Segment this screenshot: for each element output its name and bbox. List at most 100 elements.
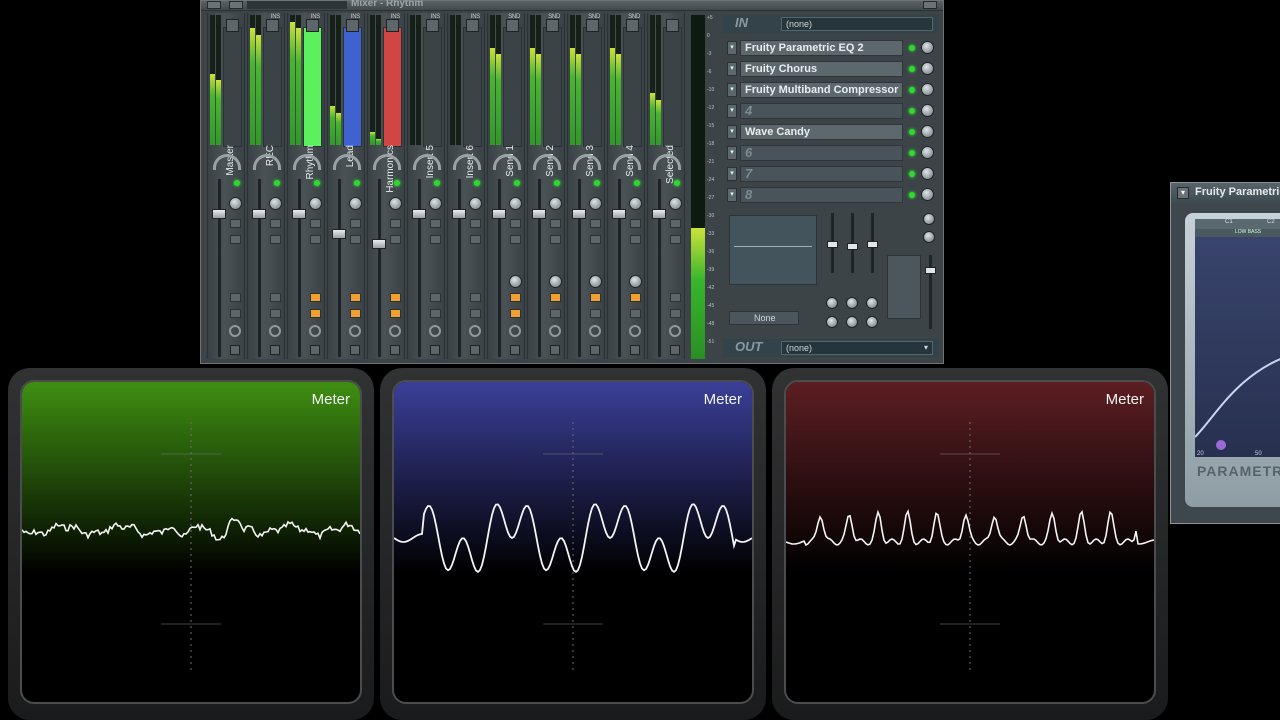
swap-button[interactable] bbox=[470, 219, 481, 228]
swap-button[interactable] bbox=[670, 235, 681, 244]
swap-button[interactable] bbox=[510, 235, 521, 244]
slot-menu-icon[interactable]: ▾ bbox=[727, 62, 737, 76]
mixer-strip[interactable]: INS Harmonics bbox=[367, 13, 405, 359]
fx-button[interactable] bbox=[430, 309, 441, 318]
pan-knob[interactable] bbox=[253, 154, 281, 170]
swap-button[interactable] bbox=[590, 235, 601, 244]
mixer-strip[interactable]: SND Send 3 bbox=[567, 13, 605, 359]
slot-enable-led[interactable] bbox=[909, 150, 915, 156]
track-label-band[interactable] bbox=[623, 27, 642, 147]
volume-fader[interactable] bbox=[372, 239, 386, 249]
output-select[interactable]: (none) ▾ bbox=[781, 341, 933, 355]
volume-fader[interactable] bbox=[412, 209, 426, 219]
fx-button[interactable] bbox=[550, 309, 561, 318]
volume-fader[interactable] bbox=[252, 209, 266, 219]
swap-button[interactable] bbox=[310, 235, 321, 244]
mute-led[interactable] bbox=[314, 180, 320, 186]
select-checkbox[interactable] bbox=[630, 345, 640, 355]
eq-band-slider-high[interactable] bbox=[867, 213, 878, 273]
fx-button[interactable] bbox=[270, 309, 281, 318]
fx-slot[interactable]: ▾ Fruity Multiband Compressor bbox=[723, 81, 939, 99]
select-checkbox[interactable] bbox=[430, 345, 440, 355]
fx-slot-name[interactable]: 8 bbox=[740, 187, 903, 203]
select-checkbox[interactable] bbox=[590, 345, 600, 355]
pan-knob[interactable] bbox=[333, 154, 361, 170]
swap-button[interactable] bbox=[430, 235, 441, 244]
select-checkbox[interactable] bbox=[670, 345, 680, 355]
eq-band-slider-low[interactable] bbox=[827, 213, 838, 273]
slot-menu-icon[interactable]: ▾ bbox=[727, 146, 737, 160]
swap-button[interactable] bbox=[350, 219, 361, 228]
slot-enable-led[interactable] bbox=[909, 171, 915, 177]
fx-slot-name[interactable]: Fruity Chorus bbox=[740, 61, 903, 77]
mixer-strip[interactable]: INS Rhythm bbox=[287, 13, 325, 359]
swap-button[interactable] bbox=[230, 219, 241, 228]
slot-mix-knob[interactable] bbox=[921, 188, 934, 201]
track-label-band[interactable] bbox=[303, 27, 322, 147]
swap-button[interactable] bbox=[230, 235, 241, 244]
slot-enable-led[interactable] bbox=[909, 192, 915, 198]
record-ring-icon[interactable] bbox=[629, 325, 641, 337]
slot-enable-led[interactable] bbox=[909, 108, 915, 114]
swap-button[interactable] bbox=[270, 219, 281, 228]
slot-mix-knob[interactable] bbox=[921, 62, 934, 75]
eq-freq-knob-mid[interactable] bbox=[846, 297, 858, 309]
stereo-knob[interactable] bbox=[923, 231, 935, 243]
pan-knob[interactable] bbox=[213, 154, 241, 170]
mute-led[interactable] bbox=[234, 180, 240, 186]
track-label-band[interactable] bbox=[583, 27, 602, 147]
fx-slot-name[interactable]: Fruity Multiband Compressor bbox=[740, 82, 903, 98]
track-icon[interactable] bbox=[546, 19, 559, 32]
route-button[interactable] bbox=[430, 293, 441, 302]
slot-enable-led[interactable] bbox=[909, 87, 915, 93]
eq-freq-knob-high[interactable] bbox=[866, 297, 878, 309]
mute-led[interactable] bbox=[394, 180, 400, 186]
swap-button[interactable] bbox=[430, 219, 441, 228]
track-label-band[interactable] bbox=[263, 27, 282, 147]
fx-slot[interactable]: ▾ 8 bbox=[723, 186, 939, 204]
fx-slot[interactable]: ▾ 4 bbox=[723, 102, 939, 120]
send-knob[interactable] bbox=[269, 197, 282, 210]
mixer-options-button[interactable] bbox=[229, 1, 243, 9]
swap-button[interactable] bbox=[470, 235, 481, 244]
swap-button[interactable] bbox=[350, 235, 361, 244]
eq-bw-knob-mid[interactable] bbox=[846, 316, 858, 328]
slot-menu-icon[interactable]: ▾ bbox=[727, 83, 737, 97]
volume-knob[interactable] bbox=[923, 213, 935, 225]
fx-button[interactable] bbox=[230, 309, 241, 318]
fx-button[interactable] bbox=[670, 309, 681, 318]
record-ring-icon[interactable] bbox=[469, 325, 481, 337]
swap-button[interactable] bbox=[270, 235, 281, 244]
mixer-strip[interactable]: SND Send 2 bbox=[527, 13, 565, 359]
fx-slot[interactable]: ▾ Wave Candy bbox=[723, 123, 939, 141]
record-ring-icon[interactable] bbox=[509, 325, 521, 337]
track-icon[interactable] bbox=[346, 19, 359, 32]
volume-fader[interactable] bbox=[212, 209, 226, 219]
slot-menu-icon[interactable]: ▾ bbox=[727, 188, 737, 202]
slot-enable-led[interactable] bbox=[909, 129, 915, 135]
record-ring-icon[interactable] bbox=[549, 325, 561, 337]
track-icon[interactable] bbox=[466, 19, 479, 32]
band-handle[interactable] bbox=[1216, 440, 1226, 450]
mixer-titlebar[interactable]: Mixer - Rhythm bbox=[201, 0, 943, 11]
track-icon[interactable] bbox=[306, 19, 319, 32]
fx-slot[interactable]: ▾ Fruity Parametric EQ 2 bbox=[723, 39, 939, 57]
volume-fader[interactable] bbox=[292, 209, 306, 219]
pan-knob[interactable] bbox=[653, 154, 681, 170]
track-icon[interactable] bbox=[266, 19, 279, 32]
select-checkbox[interactable] bbox=[390, 345, 400, 355]
track-label-band[interactable] bbox=[543, 27, 562, 147]
select-checkbox[interactable] bbox=[230, 345, 240, 355]
swap-button[interactable] bbox=[510, 219, 521, 228]
send-level-knob[interactable] bbox=[629, 275, 642, 288]
eq-band-slider-mid[interactable] bbox=[847, 213, 858, 273]
mute-led[interactable] bbox=[594, 180, 600, 186]
record-ring-icon[interactable] bbox=[349, 325, 361, 337]
volume-fader[interactable] bbox=[612, 209, 626, 219]
fx-button[interactable] bbox=[310, 309, 321, 318]
track-label-band[interactable] bbox=[383, 27, 402, 147]
select-checkbox[interactable] bbox=[310, 345, 320, 355]
send-knob[interactable] bbox=[229, 197, 242, 210]
send-knob[interactable] bbox=[349, 197, 362, 210]
track-icon[interactable] bbox=[386, 19, 399, 32]
